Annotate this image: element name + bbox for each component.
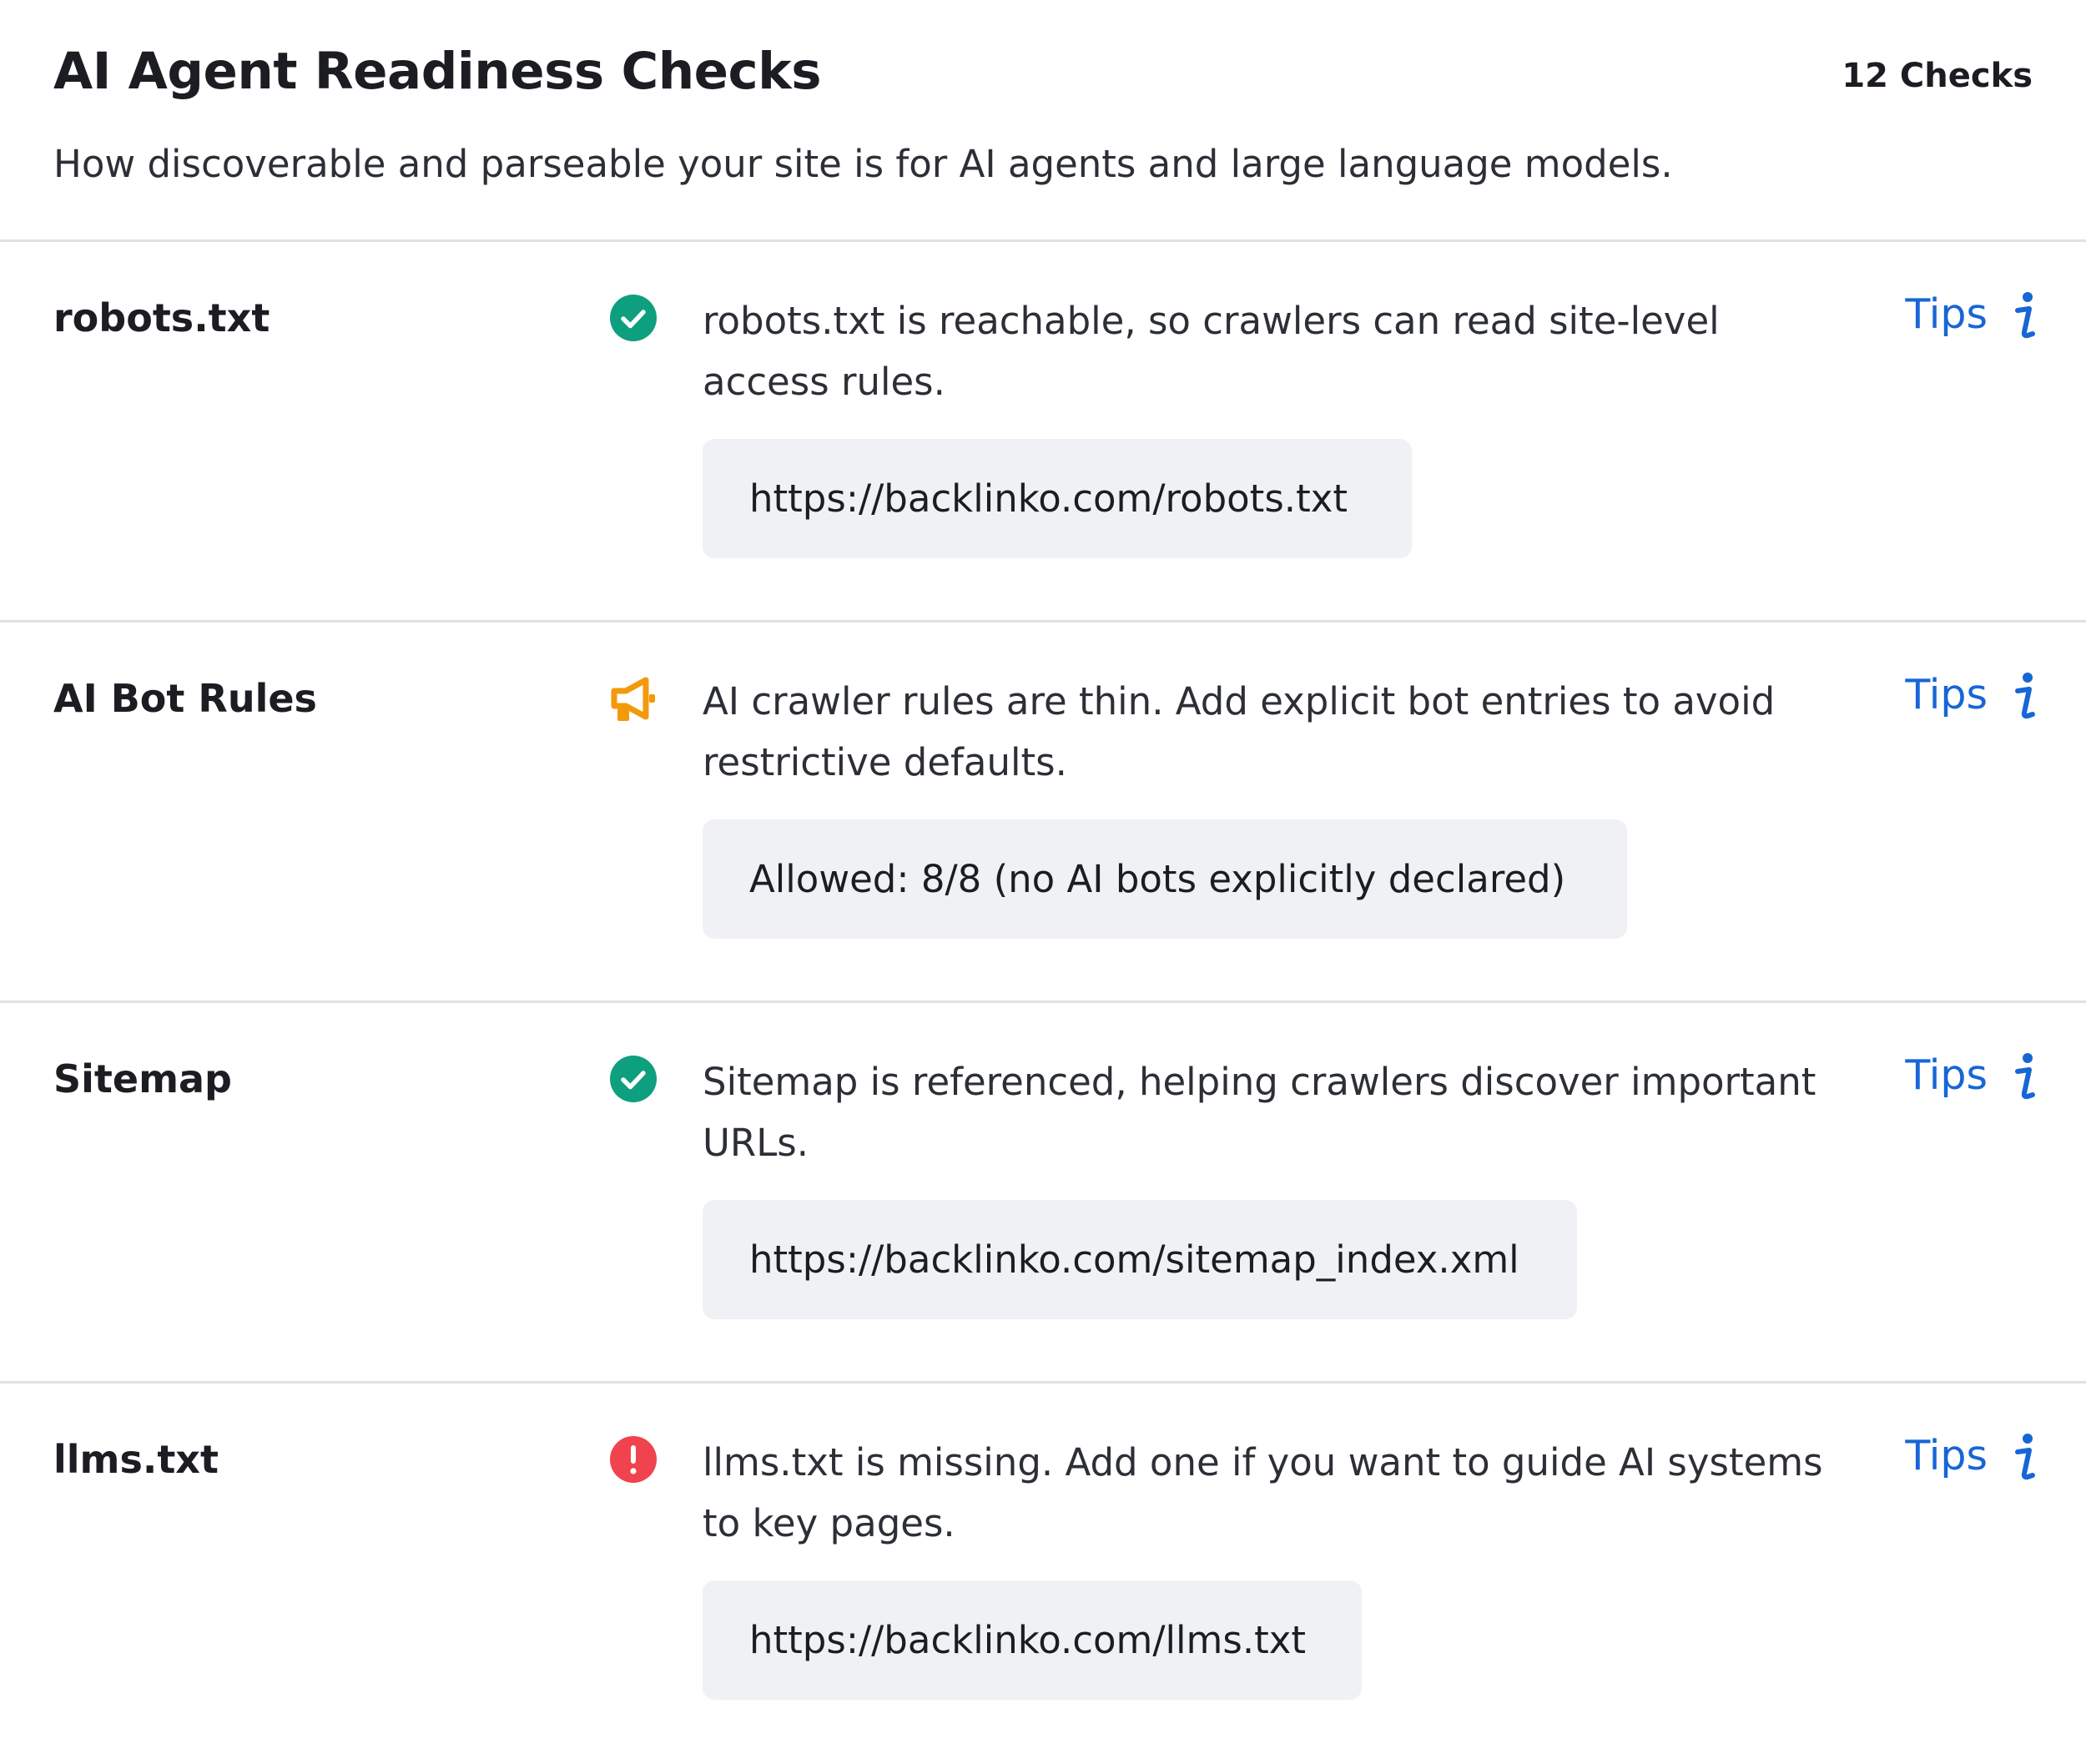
check-name: AI Bot Rules bbox=[53, 676, 317, 721]
check-row-ai-bot-rules: AI Bot Rules AI crawler rules are thin. … bbox=[0, 622, 2086, 1003]
tips-link[interactable]: Tips bbox=[1905, 1051, 1988, 1099]
check-name: robots.txt bbox=[53, 295, 270, 340]
checks-count-badge: 12 Checks bbox=[1842, 57, 2033, 95]
check-detail-box: https://backlinko.com/robots.txt bbox=[703, 439, 1412, 558]
check-description: AI crawler rules are thin. Add explicit … bbox=[703, 679, 1776, 784]
check-row-llms-txt: llms.txt llms.txt is missing. Add one if… bbox=[0, 1383, 2086, 1764]
tips-link[interactable]: Tips bbox=[1905, 671, 1988, 718]
info-icon[interactable] bbox=[2013, 1051, 2038, 1103]
check-detail-box: https://backlinko.com/sitemap_index.xml bbox=[703, 1200, 1577, 1319]
page-subtitle: How discoverable and parseable your site… bbox=[53, 142, 1673, 186]
check-name: Sitemap bbox=[53, 1056, 232, 1101]
page-title: AI Agent Readiness Checks bbox=[53, 42, 822, 101]
info-icon[interactable] bbox=[2013, 671, 2038, 723]
check-circle-icon bbox=[609, 294, 658, 342]
info-icon[interactable] bbox=[2013, 1432, 2038, 1484]
check-row-sitemap: Sitemap Sitemap is referenced, helping c… bbox=[0, 1003, 2086, 1383]
check-description: Sitemap is referenced, helping crawlers … bbox=[703, 1060, 1816, 1165]
checks-header: AI Agent Readiness Checks 12 Checks How … bbox=[0, 0, 2086, 242]
check-name: llms.txt bbox=[53, 1437, 219, 1482]
check-row-robots-txt: robots.txt robots.txt is reachable, so c… bbox=[0, 242, 2086, 622]
check-description: robots.txt is reachable, so crawlers can… bbox=[703, 299, 1720, 404]
info-icon[interactable] bbox=[2013, 290, 2038, 342]
check-circle-icon bbox=[609, 1055, 658, 1103]
error-circle-icon bbox=[609, 1435, 658, 1484]
check-detail-box: https://backlinko.com/llms.txt bbox=[703, 1580, 1362, 1700]
tips-link[interactable]: Tips bbox=[1905, 290, 1988, 338]
check-detail-box: Allowed: 8/8 (no AI bots explicitly decl… bbox=[703, 819, 1627, 939]
megaphone-icon bbox=[609, 674, 658, 723]
check-description: llms.txt is missing. Add one if you want… bbox=[703, 1440, 1823, 1545]
tips-link[interactable]: Tips bbox=[1905, 1432, 1988, 1479]
